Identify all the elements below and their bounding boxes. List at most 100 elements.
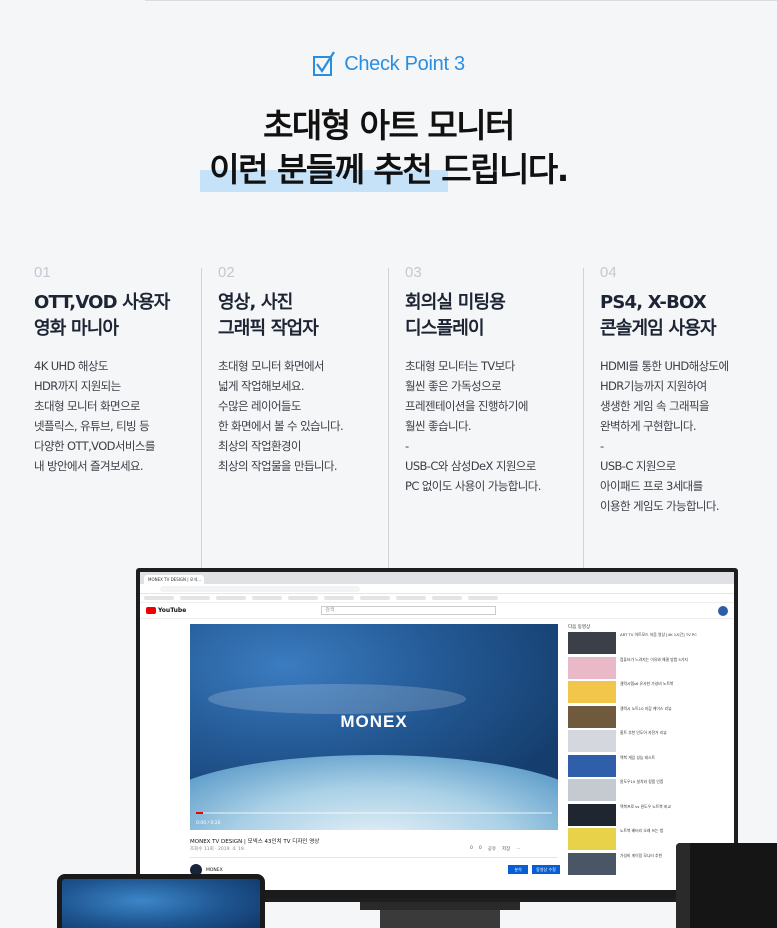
youtube-play-icon	[146, 607, 156, 614]
bookmark	[144, 596, 174, 600]
video-title: MONEX TV DESIGN | 모넥스 43인치 TV 디자인 영상	[190, 839, 320, 845]
video-actions: 0 0 공유 저장 ...	[470, 846, 521, 852]
up-next-item: 컴퓨터가 느려지는 이유와 해결 방법 5가지	[568, 656, 730, 680]
recommendation-columns: 01 OTT,VOD 사용자 영화 마니아 4K UHD 해상도 HDR까지 지…	[0, 264, 777, 574]
video-meta: 조회수 11회 · 2019. 4. 19.	[190, 847, 246, 852]
video-thumbnail	[568, 828, 616, 850]
up-next-title: 갤럭시 노트10 지갑 케이스 리뷰	[620, 705, 672, 711]
column-graphics: 02 영상, 사진 그래픽 작업자 초대형 모니터 화면에서 넓게 작업해보세요…	[218, 264, 344, 476]
column-number: 02	[218, 264, 235, 281]
up-next-title: 윈도우10 설치와 정품 인증	[620, 779, 664, 784]
wave-highlight	[208, 684, 466, 714]
headline-line2: 이런 분들께 추천 드립니다.	[209, 150, 569, 189]
bookmark	[432, 596, 462, 600]
browser-tab: MONEX TV DESIGN | 모넥...	[144, 575, 204, 584]
youtube-search-input: 검색	[321, 606, 497, 615]
video-progress	[196, 812, 552, 814]
game-console-image	[676, 843, 777, 928]
share-label: 공유	[487, 847, 497, 852]
channel-name: MONEX	[206, 867, 223, 873]
video-brand: MONEX	[340, 712, 408, 731]
youtube-logo: YouTube	[146, 607, 186, 614]
avatar	[718, 605, 728, 616]
column-meeting: 03 회의실 미팅용 디스플레이 초대형 모니터는 TV보다 훨씬 좋은 가독성…	[405, 264, 541, 496]
check-point-header: Check Point 3	[0, 50, 777, 78]
headline-line1: 초대형 아트 모니터	[263, 106, 515, 145]
bookmark	[468, 596, 498, 600]
edit-video-button: 동영상 수정	[532, 865, 560, 874]
video-thumbnail	[568, 656, 616, 679]
game-console-edge	[676, 843, 690, 928]
headline: 초대형 아트 모니터 이런 분들께 추천 드립니다.	[0, 104, 777, 192]
up-next-title: ART TV 아트모드 저음 영상 [4K 1시간] TV PC	[620, 632, 697, 637]
up-next-header: 다음 동영상	[568, 625, 591, 630]
up-next-title: 갤럭시탭s6 유사한 가성비 노트북	[620, 681, 674, 686]
video-thumbnail	[568, 754, 616, 777]
column-body: 4K UHD 해상도 HDR까지 지원되는 초대형 모니터 화면으로 넷플릭스,…	[34, 359, 155, 473]
tablet-screen	[62, 879, 260, 928]
monitor-screen: MONEX TV DESIGN | 모넥... YouTube 검색 MONEX…	[140, 572, 734, 898]
up-next-item: 갤럭시 노트10 지갑 케이스 리뷰	[568, 705, 730, 729]
video-thumbnail	[568, 730, 616, 752]
monitor-stand	[360, 902, 520, 910]
up-next-item: ART TV 아트모드 저음 영상 [4K 1시간] TV PC	[568, 632, 730, 655]
video-thumbnail	[568, 803, 616, 826]
video-thumbnail	[568, 779, 616, 801]
youtube-logo-text: YouTube	[158, 607, 187, 614]
monitor-image: MONEX TV DESIGN | 모넥... YouTube 검색 MONEX…	[136, 568, 738, 902]
video-progress-fill	[196, 812, 204, 814]
wave-foam	[190, 755, 558, 830]
up-next-item: 갤럭시탭s6 유사한 가성비 노트북	[568, 681, 730, 704]
browser-tab-bar: MONEX TV DESIGN | 모넥...	[140, 572, 734, 584]
video-divider	[190, 857, 558, 858]
video-time: 0:00 / 0:26	[196, 821, 221, 826]
column-number: 03	[405, 264, 422, 281]
dislike-count: 0	[478, 846, 482, 851]
column-title: 영상, 사진 그래픽 작업자	[218, 292, 319, 339]
column-body: HDMI를 통한 UHD해상도에 HDR기능까지 지원하여 생생한 게임 속 그…	[600, 359, 729, 513]
column-number: 04	[600, 264, 617, 281]
bookmark	[216, 596, 246, 600]
up-next-item: 맥북 게임 성능 테스트	[568, 754, 730, 778]
browser-url-bar	[140, 584, 734, 594]
url-field	[160, 585, 360, 592]
up-next-item: 윈도우10 설치와 정품 인증	[568, 779, 730, 802]
check-point-label: Check Point 3	[344, 52, 465, 75]
monitor-base	[380, 910, 500, 928]
column-title: OTT,VOD 사용자 영화 마니아	[34, 292, 170, 339]
bookmark	[324, 596, 354, 600]
bookmarks-bar	[140, 594, 734, 603]
youtube-header: YouTube 검색	[140, 603, 734, 619]
tablet-image	[57, 874, 265, 928]
video-thumbnail	[568, 632, 616, 654]
column-number: 01	[34, 264, 51, 281]
video-player: MONEX 0:00 / 0:26	[190, 624, 558, 830]
up-next-title: 컴퓨터가 느려지는 이유와 해결 방법 5가지	[620, 656, 688, 662]
top-divider	[145, 0, 777, 1]
bookmark	[252, 596, 282, 600]
column-title: PS4, X-BOX 콘솔게임 사용자	[600, 292, 717, 339]
up-next-title: 노트북 배터리 오래 쓰는 법	[620, 828, 664, 833]
up-next-item: 맥북프로 vs 윈도우 노트북 비교	[568, 803, 730, 827]
column-ott-vod: 01 OTT,VOD 사용자 영화 마니아 4K UHD 해상도 HDR까지 지…	[34, 264, 170, 476]
bookmark	[396, 596, 426, 600]
up-next-item: 홈트 추천 인도어 자전거 리뷰	[568, 730, 730, 753]
up-next-title: 홈트 추천 인도어 자전거 리뷰	[620, 730, 667, 735]
video-thumbnail	[568, 681, 616, 703]
video-thumbnail	[568, 705, 616, 728]
up-next-title: 맥북프로 vs 윈도우 노트북 비교	[620, 803, 671, 809]
analytics-button: 분석	[508, 865, 528, 874]
like-count: 0	[470, 846, 473, 851]
up-next-title: 가성비 게이밍 모니터 추천	[620, 852, 663, 858]
bookmark	[180, 596, 210, 600]
checkbox-check-icon	[313, 51, 336, 76]
bookmark	[288, 596, 318, 600]
bookmark	[360, 596, 390, 600]
up-next-list: ART TV 아트모드 저음 영상 [4K 1시간] TV PC 컴퓨터가 느려지…	[568, 632, 730, 876]
save-label: 저장	[502, 847, 511, 852]
column-title: 회의실 미팅용 디스플레이	[405, 292, 506, 339]
column-console: 04 PS4, X-BOX 콘솔게임 사용자 HDMI를 통한 UHD해상도에 …	[600, 264, 729, 516]
more-label: ...	[516, 846, 521, 851]
up-next-title: 맥북 게임 성능 테스트	[620, 754, 656, 760]
video-thumbnail	[568, 852, 616, 875]
